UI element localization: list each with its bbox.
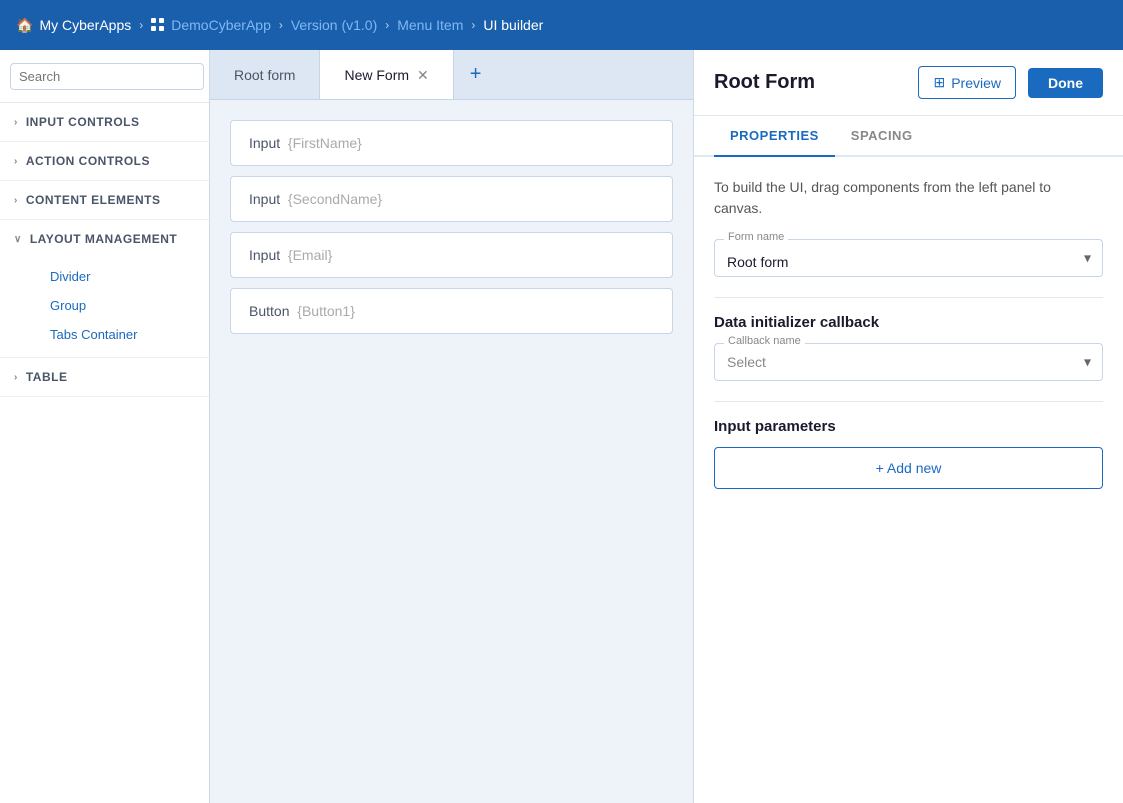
chevron-right-icon-4: ›	[14, 372, 18, 383]
callback-select[interactable]: Select	[714, 343, 1103, 381]
callback-label: Callback name	[724, 335, 805, 347]
sidebar-item-tabs-container[interactable]: Tabs Container	[36, 320, 209, 349]
divider-1	[714, 297, 1103, 298]
canvas-input-firstname[interactable]: Input {FirstName}	[230, 120, 673, 166]
right-panel-header: Root Form ⊞ Preview Done	[694, 50, 1123, 116]
topbar: 🏠 My CyberApps › DemoCyberApp › Version …	[0, 0, 1123, 50]
app-grid-icon	[151, 18, 165, 32]
version-label[interactable]: Version (v1.0)	[291, 17, 377, 33]
tab-new-form[interactable]: New Form ✕	[320, 50, 453, 99]
menu-label[interactable]: Menu Item	[397, 17, 463, 33]
done-button[interactable]: Done	[1028, 68, 1103, 98]
right-panel-body: To build the UI, drag components from th…	[694, 157, 1123, 803]
preview-label: Preview	[951, 75, 1001, 91]
section-table: › TABLE	[0, 358, 209, 397]
sidebar-item-divider[interactable]: Divider	[36, 262, 209, 291]
layout-management-items: Divider Group Tabs Container	[0, 258, 209, 357]
add-new-button[interactable]: + Add new	[714, 447, 1103, 489]
form-name-wrapper: Form name	[714, 239, 1103, 277]
right-panel-actions: ⊞ Preview Done	[918, 66, 1103, 99]
tab-properties[interactable]: PROPERTIES	[714, 116, 835, 157]
home-label: My CyberApps	[39, 17, 131, 33]
breadcrumb-chevron-1: ›	[139, 18, 143, 32]
tab-root-form-label: Root form	[234, 67, 295, 83]
done-label: Done	[1048, 75, 1083, 91]
form-element-label: Input {Email}	[249, 247, 332, 263]
canvas-input-email[interactable]: Input {Email}	[230, 232, 673, 278]
form-name-group: Form name	[714, 239, 1103, 277]
hint-text: To build the UI, drag components from th…	[714, 177, 1103, 219]
home-icon: 🏠	[16, 17, 33, 34]
section-action-controls: › ACTION CONTROLS	[0, 142, 209, 181]
sidebar: 🔍 › INPUT CONTROLS › ACTION CONTROLS › C…	[0, 50, 210, 803]
tab-add-button[interactable]: +	[454, 50, 498, 99]
divider-2	[714, 401, 1103, 402]
form-name-label: Form name	[724, 231, 788, 243]
section-layout-management-label: LAYOUT MANAGEMENT	[30, 232, 177, 246]
section-table-label: TABLE	[26, 370, 68, 384]
section-content-elements: › CONTENT ELEMENTS	[0, 181, 209, 220]
right-panel: Root Form ⊞ Preview Done PROPERTIES SPAC…	[693, 50, 1123, 803]
section-layout-management-header[interactable]: ∨ LAYOUT MANAGEMENT	[0, 220, 209, 258]
form-name-input[interactable]	[714, 239, 1103, 277]
section-table-header[interactable]: › TABLE	[0, 358, 209, 396]
data-initializer-title: Data initializer callback	[714, 314, 1103, 331]
chevron-right-icon-2: ›	[14, 156, 18, 167]
chevron-right-icon-3: ›	[14, 195, 18, 206]
right-panel-tabs: PROPERTIES SPACING	[694, 116, 1123, 157]
right-panel-title: Root Form	[714, 71, 815, 94]
app-link[interactable]: DemoCyberApp	[151, 17, 271, 33]
chevron-right-icon: ›	[14, 117, 18, 128]
app-label: DemoCyberApp	[171, 17, 271, 33]
tab-new-form-label: New Form	[344, 67, 409, 83]
search-input[interactable]	[10, 63, 204, 90]
canvas-input-secondname[interactable]: Input {SecondName}	[230, 176, 673, 222]
preview-icon: ⊞	[933, 74, 945, 91]
breadcrumb-chevron-4: ›	[471, 18, 475, 32]
form-element-label: Input {SecondName}	[249, 191, 382, 207]
data-initializer-group: Data initializer callback Callback name …	[714, 314, 1103, 381]
content-area: Root form New Form ✕ + Input {FirstName}…	[210, 50, 693, 803]
breadcrumb-chevron-2: ›	[279, 18, 283, 32]
chevron-down-icon: ∨	[14, 234, 22, 245]
form-element-label: Input {FirstName}	[249, 135, 362, 151]
tab-root-form[interactable]: Root form	[210, 50, 320, 99]
tabs-bar: Root form New Form ✕ +	[210, 50, 693, 100]
tab-close-icon[interactable]: ✕	[417, 68, 429, 82]
section-content-elements-label: CONTENT ELEMENTS	[26, 193, 161, 207]
add-new-label: + Add new	[876, 460, 942, 476]
section-action-controls-label: ACTION CONTROLS	[26, 154, 150, 168]
tab-spacing[interactable]: SPACING	[835, 116, 929, 157]
canvas-area: Input {FirstName} Input {SecondName} Inp…	[210, 100, 693, 803]
input-params-group: Input parameters + Add new	[714, 418, 1103, 489]
section-input-controls: › INPUT CONTROLS	[0, 103, 209, 142]
section-input-controls-label: INPUT CONTROLS	[26, 115, 140, 129]
section-content-elements-header[interactable]: › CONTENT ELEMENTS	[0, 181, 209, 219]
canvas-button-button1[interactable]: Button {Button1}	[230, 288, 673, 334]
form-element-label: Button {Button1}	[249, 303, 355, 319]
page-label: UI builder	[483, 17, 543, 33]
search-container: 🔍	[0, 50, 209, 103]
sidebar-item-group[interactable]: Group	[36, 291, 209, 320]
main-layout: 🔍 › INPUT CONTROLS › ACTION CONTROLS › C…	[0, 50, 1123, 803]
breadcrumb-chevron-3: ›	[385, 18, 389, 32]
section-layout-management: ∨ LAYOUT MANAGEMENT Divider Group Tabs C…	[0, 220, 209, 358]
callback-wrapper: Callback name Select	[714, 343, 1103, 381]
section-input-controls-header[interactable]: › INPUT CONTROLS	[0, 103, 209, 141]
home-link[interactable]: 🏠 My CyberApps	[16, 17, 131, 34]
section-action-controls-header[interactable]: › ACTION CONTROLS	[0, 142, 209, 180]
input-params-title: Input parameters	[714, 418, 1103, 435]
preview-button[interactable]: ⊞ Preview	[918, 66, 1016, 99]
